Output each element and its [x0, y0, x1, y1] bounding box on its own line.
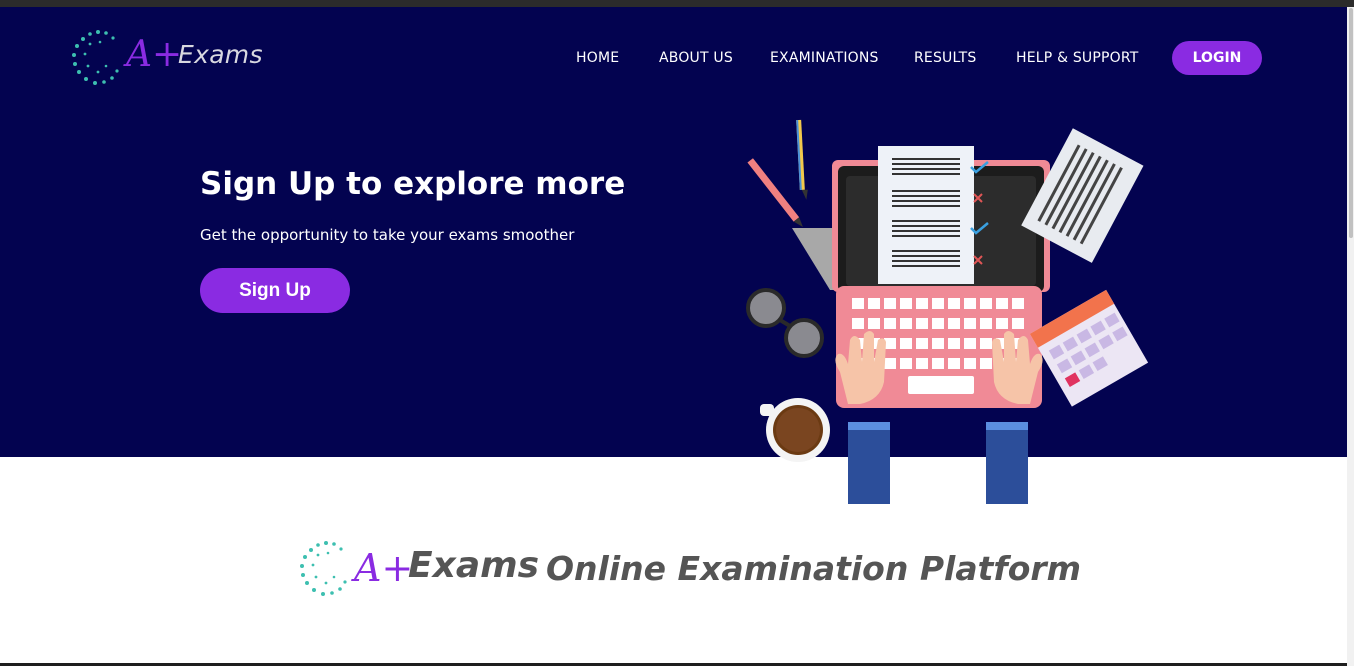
hero-illustration [746, 119, 1149, 504]
scrollbar-thumb[interactable] [1349, 8, 1353, 238]
platform-logo-mark: A+ [351, 546, 413, 590]
nav-help-support[interactable]: HELP & SUPPORT [1016, 50, 1139, 68]
logo-dots-icon [300, 541, 347, 596]
nav-home[interactable]: HOME [576, 50, 619, 68]
hero-subtitle: Get the opportunity to take your exams s… [200, 226, 575, 244]
signup-button[interactable]: Sign Up [200, 268, 350, 313]
nav-results[interactable]: RESULTS [914, 50, 976, 68]
platform-logo: A+ [300, 541, 413, 596]
nav-examinations[interactable]: EXAMINATIONS [770, 50, 879, 68]
logo-dots-icon [72, 30, 119, 85]
hero-title: Sign Up to explore more [200, 166, 626, 202]
glasses-icon [746, 288, 824, 358]
coffee-cup-icon [760, 398, 830, 462]
logo-mark: A+ [123, 34, 182, 75]
calendar-icon [1029, 289, 1149, 407]
platform-tagline: Online Examination Platform [546, 549, 1082, 588]
brand-name[interactable]: Exams [178, 40, 263, 69]
pencil-icon [747, 119, 808, 228]
platform-brand-name: Exams [408, 545, 540, 586]
browser-top-bar [0, 0, 1354, 7]
login-button[interactable]: LOGIN [1172, 41, 1262, 75]
nav-about-us[interactable]: ABOUT US [659, 50, 733, 68]
